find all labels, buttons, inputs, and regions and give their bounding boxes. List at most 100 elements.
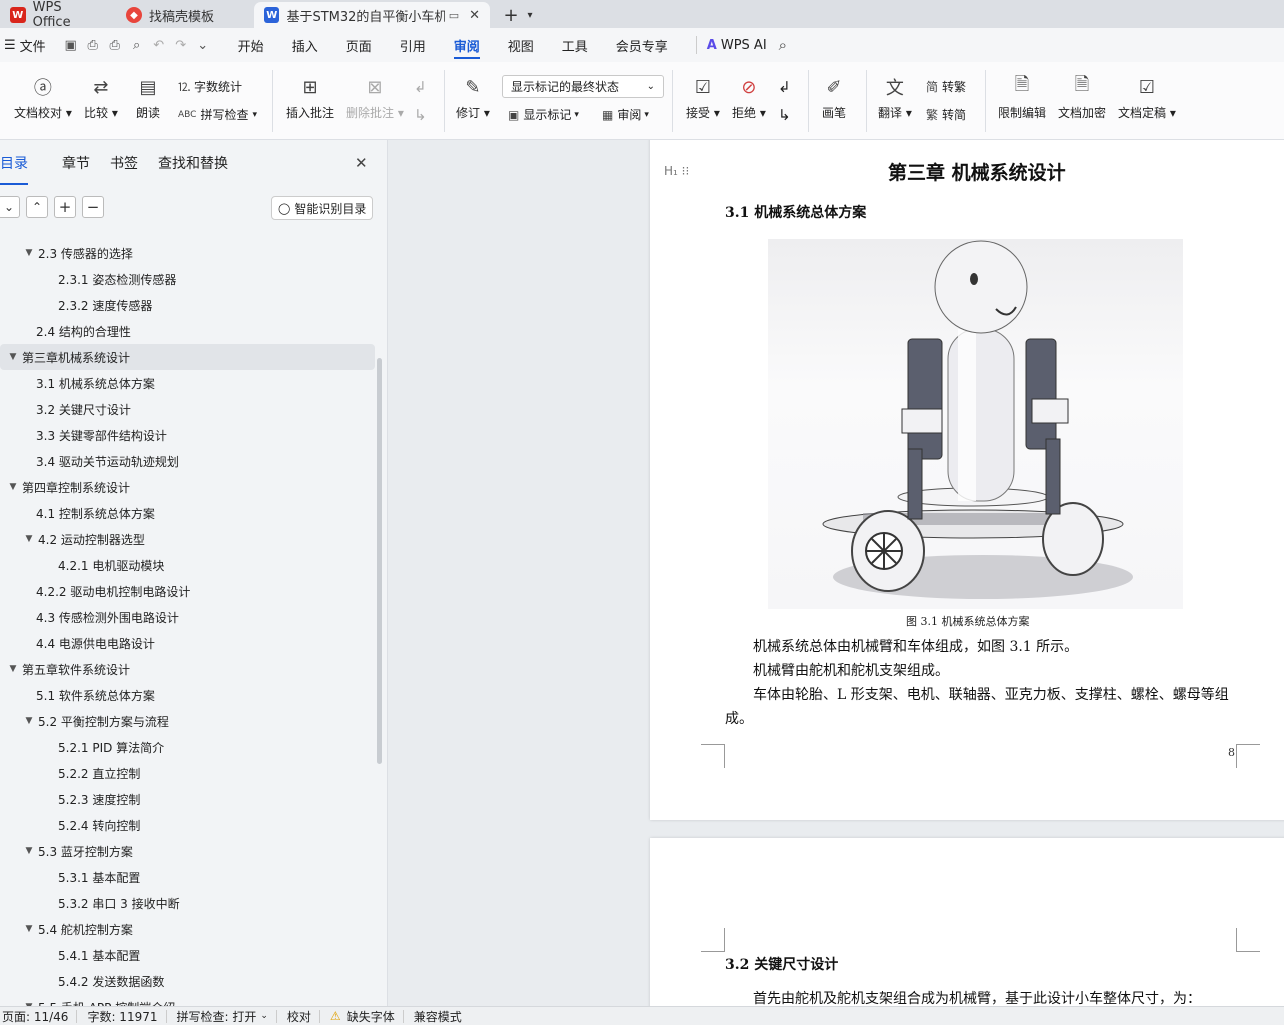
toc-item[interactable]: 4.2.1 电机驱动模块 (0, 552, 378, 578)
expand-caret-icon[interactable]: ▼ (6, 482, 20, 492)
next-comment-icon[interactable]: ↳ (414, 106, 427, 124)
toc-item[interactable]: ▼ 5.4 舵机控制方案 (0, 916, 378, 942)
wordcount-button[interactable]: ⒓ 字数统计 (178, 78, 242, 95)
expand-caret-icon[interactable]: ▼ (6, 352, 20, 362)
expand-caret-icon[interactable]: ▼ (22, 534, 36, 544)
restrict-edit-button[interactable]: 🗎 限制编辑 (998, 74, 1046, 121)
toc-item[interactable]: 5.1 软件系统总体方案 (0, 682, 378, 708)
print-preview-icon[interactable]: ⌕ (126, 34, 148, 56)
collapse-all-icon[interactable]: ⌄ (0, 196, 20, 218)
close-tab-icon[interactable]: ✕ (469, 8, 480, 23)
toc-item[interactable]: 4.1 控制系统总体方案 (0, 500, 378, 526)
menu-review[interactable]: 审阅 (440, 28, 494, 62)
cloud-save-icon[interactable]: ⎙ (82, 34, 104, 56)
proof-status[interactable]: 校对 (287, 1009, 320, 1024)
review-pane-button[interactable]: ▦ 审阅 ▾ (602, 106, 649, 123)
missing-font-status[interactable]: ⚠ 缺失字体 (330, 1009, 404, 1024)
to-simplified-button[interactable]: 繁转简 (926, 106, 966, 123)
menu-wps-ai[interactable]: A WPS AI (695, 36, 767, 54)
toc-item[interactable]: 5.3.1 基本配置 (0, 864, 378, 890)
toc-item[interactable]: 3.4 驱动关节运动轨迹规划 (0, 448, 378, 474)
read-aloud-button[interactable]: ▤ 朗读 (136, 74, 160, 121)
chevron-down-icon[interactable]: ▾ (522, 2, 538, 28)
next-change-icon[interactable]: ↳ (778, 106, 791, 124)
accept-button[interactable]: ☑ 接受 ▾ (686, 74, 720, 121)
toc-item[interactable]: 4.3 传感检测外围电路设计 (0, 604, 378, 630)
to-traditional-button[interactable]: 简转繁 (926, 78, 966, 95)
tab-wps-office[interactable]: W WPS Office (0, 0, 112, 30)
toc-item[interactable]: 5.3.2 串口 3 接收中断 (0, 890, 378, 916)
toc-item[interactable]: 3.2 关键尺寸设计 (0, 396, 378, 422)
reject-button[interactable]: ⊘ 拒绝 ▾ (732, 74, 766, 121)
toc-item[interactable]: ▼ 4.2 运动控制器选型 (0, 526, 378, 552)
toc-item[interactable]: 2.3.1 姿态检测传感器 (0, 266, 378, 292)
toc-item[interactable]: 5.4.2 发送数据函数 (0, 968, 378, 994)
spellcheck-status[interactable]: 拼写检查: 打开 ⌄ (177, 1009, 277, 1024)
spellcheck-button[interactable]: ABC 拼写检查 ▾ (178, 106, 257, 123)
expand-caret-icon[interactable]: ▼ (6, 664, 20, 674)
undo-icon[interactable]: ↶ (148, 34, 170, 56)
expand-caret-icon[interactable]: ▼ (22, 924, 36, 934)
tab-bookmarks[interactable]: 书签 (100, 153, 148, 173)
toc-item[interactable]: 5.2.1 PID 算法简介 (0, 734, 378, 760)
toc-item[interactable]: ▼ 2.3 传感器的选择 (0, 240, 378, 266)
menu-member[interactable]: 会员专享 (602, 28, 682, 62)
add-heading-icon[interactable]: + (54, 196, 76, 218)
toc-item[interactable]: 2.4 结构的合理性 (0, 318, 378, 344)
toc-item[interactable]: ▼ 第四章控制系统设计 (0, 474, 378, 500)
save-icon[interactable]: ▣ (60, 34, 82, 56)
menu-view[interactable]: 视图 (494, 28, 548, 62)
prev-change-icon[interactable]: ↲ (778, 78, 791, 96)
new-tab-icon[interactable]: + (500, 2, 522, 28)
tab-template[interactable]: ◆ 找稿壳模板 (116, 2, 250, 28)
expand-caret-icon[interactable]: ▼ (22, 716, 36, 726)
search-icon[interactable]: ⌕ (779, 36, 787, 54)
menu-file[interactable]: 文件 (16, 28, 60, 62)
page-indicator[interactable]: 页面: 11/46 (0, 1009, 78, 1024)
print-icon[interactable]: ⎙ (104, 34, 126, 56)
tab-chapters[interactable]: 章节 (52, 153, 100, 173)
show-markup-button[interactable]: ▣ 显示标记 ▾ (508, 106, 579, 123)
revise-button[interactable]: ✎ 修订 ▾ (456, 74, 490, 121)
toc-item[interactable]: 2.3.2 速度传感器 (0, 292, 378, 318)
hamburger-icon[interactable]: ☰ (4, 38, 16, 53)
smart-toc-button[interactable]: ◯ 智能识别目录 (271, 196, 374, 220)
toc-item[interactable]: 4.2.2 驱动电机控制电路设计 (0, 578, 378, 604)
remove-heading-icon[interactable]: − (82, 196, 104, 218)
toc-item[interactable]: 4.4 电源供电电路设计 (0, 630, 378, 656)
heading-tag-icon[interactable]: H₁ ⁝⁝ (664, 164, 689, 178)
toc-item[interactable]: ▼ 第五章软件系统设计 (0, 656, 378, 682)
toc-item[interactable]: 3.3 关键零部件结构设计 (0, 422, 378, 448)
tab-document[interactable]: W 基于STM32的自平衡小车机械 ▭ ✕ (254, 2, 490, 28)
more-chevron-icon[interactable]: ⌄ (192, 34, 214, 56)
prev-comment-icon[interactable]: ↲ (414, 78, 427, 96)
expand-caret-icon[interactable]: ▼ (22, 248, 36, 258)
menu-home[interactable]: 开始 (224, 28, 278, 62)
toc-item[interactable]: ▼ 第三章机械系统设计 (0, 344, 375, 370)
toc-item[interactable]: ▼ 5.2 平衡控制方案与流程 (0, 708, 378, 734)
word-count[interactable]: 字数: 11971 (87, 1009, 167, 1024)
insert-comment-button[interactable]: ⊞ 插入批注 (286, 74, 334, 121)
delete-comment-button[interactable]: ⊠ 删除批注 ▾ (346, 74, 404, 121)
toc-item[interactable]: 3.1 机械系统总体方案 (0, 370, 378, 396)
toc-item[interactable]: 5.2.3 速度控制 (0, 786, 378, 812)
menu-tools[interactable]: 工具 (548, 28, 602, 62)
expand-caret-icon[interactable]: ▼ (22, 846, 36, 856)
encrypt-button[interactable]: 🗎 文档加密 (1058, 74, 1106, 121)
menu-reference[interactable]: 引用 (386, 28, 440, 62)
toc-item[interactable]: 5.2.4 转向控制 (0, 812, 378, 838)
tab-toc[interactable]: 目录 (0, 153, 38, 185)
toc-scrollbar[interactable] (377, 358, 382, 764)
menu-insert[interactable]: 插入 (278, 28, 332, 62)
markup-state-select[interactable]: 显示标记的最终状态 ⌄ (502, 75, 664, 98)
close-pane-icon[interactable]: ✕ (355, 154, 368, 172)
toc-item[interactable]: 5.4.1 基本配置 (0, 942, 378, 968)
level-up-icon[interactable]: ⌃ (26, 196, 48, 218)
proofread-button[interactable]: ⓐ 文档校对 ▾ (14, 74, 72, 121)
toc-item[interactable]: ▼ 5.3 蓝牙控制方案 (0, 838, 378, 864)
tab-find-replace[interactable]: 查找和替换 (148, 153, 238, 173)
menu-page[interactable]: 页面 (332, 28, 386, 62)
finalize-button[interactable]: ☑ 文档定稿 ▾ (1118, 74, 1176, 121)
toc-item[interactable]: 5.2.2 直立控制 (0, 760, 378, 786)
translate-button[interactable]: 文 翻译 ▾ (878, 74, 912, 121)
